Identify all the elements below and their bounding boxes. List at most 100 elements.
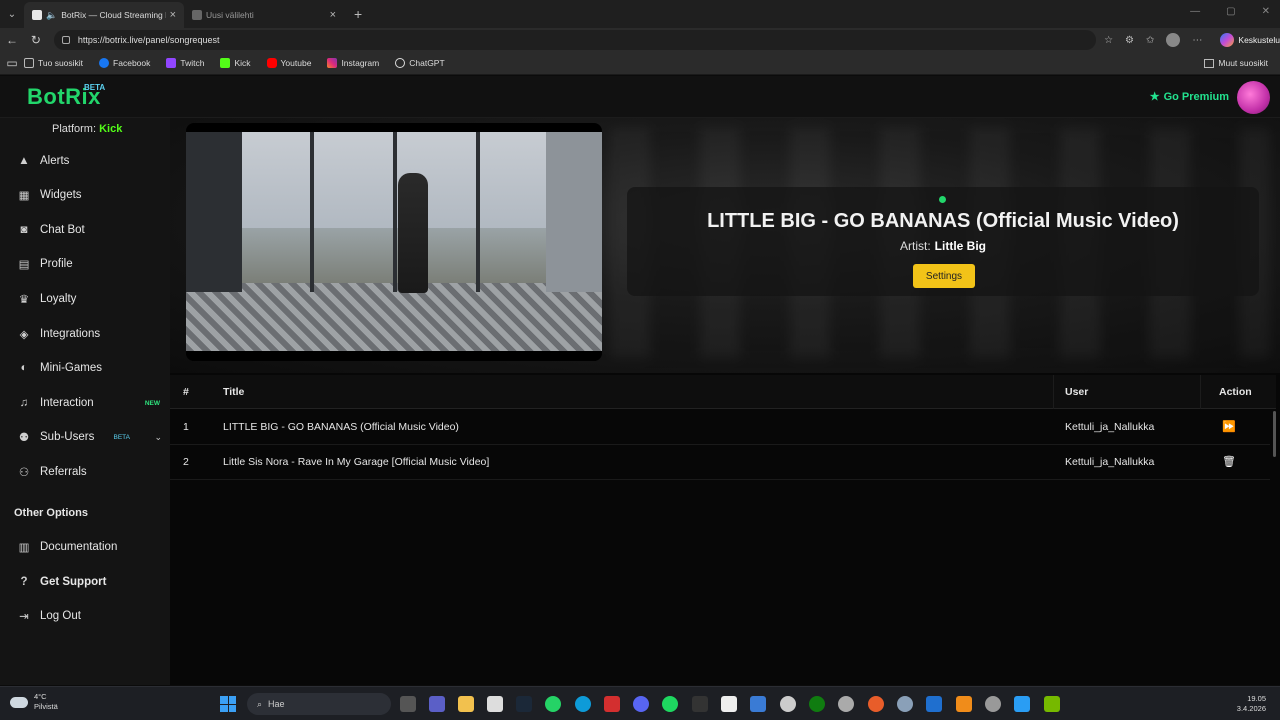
bookmark-label: Muut suosikit [1218, 58, 1268, 68]
sidebar-item-widgets[interactable]: ▦ Widgets [0, 180, 170, 210]
favorites-icon[interactable]: ✩ [1146, 35, 1154, 46]
app-icon[interactable] [985, 696, 1001, 712]
extensions-icon[interactable]: ⚙ [1125, 35, 1134, 46]
maximize-icon[interactable]: ▢ [1226, 6, 1235, 17]
search-placeholder: Hae [268, 699, 285, 709]
collections-icon[interactable]: ▭ [0, 56, 24, 70]
copilot-icon [1220, 33, 1235, 47]
row-user: Kettuli_ja_Nallukka [1065, 421, 1155, 433]
game-launcher-icon[interactable] [868, 696, 884, 712]
browser-tab-new[interactable]: Uusi välilehti × [184, 2, 344, 28]
more-icon[interactable]: ⋯ [1192, 35, 1202, 46]
taskbar-clock[interactable]: 19.05 3.4.2026 [1237, 694, 1266, 714]
sidebar-item-profile[interactable]: ▤ Profile [0, 249, 170, 279]
favorite-star-icon[interactable]: ☆ [1104, 35, 1113, 46]
refresh-icon[interactable]: ↻ [24, 33, 48, 47]
video-frame-mullion [310, 132, 314, 292]
now-playing-hero: LITTLE BIG - GO BANANAS (Official Music … [170, 118, 1280, 373]
sidebar-item-integrations[interactable]: ◈ Integrations [0, 319, 170, 349]
vlc-icon[interactable] [956, 696, 972, 712]
l-app-icon[interactable] [604, 696, 620, 712]
nvidia-icon[interactable] [1044, 696, 1060, 712]
file-explorer-icon[interactable] [458, 696, 474, 712]
start-icon[interactable] [220, 696, 236, 712]
sidebar-item-referrals[interactable]: ⚇ Referrals [0, 457, 170, 487]
app-icon[interactable] [1014, 696, 1030, 712]
people-icon: ⚇ [18, 467, 30, 479]
table-row[interactable]: 1 LITTLE BIG - GO BANANAS (Official Musi… [170, 410, 1270, 445]
beta-badge: BETA [113, 433, 131, 441]
tab-actions-icon[interactable]: ⌄ [0, 0, 24, 28]
song-queue-table: # Title User Action 1 LITTLE BIG - GO BA… [170, 373, 1280, 685]
bookmark-label: ChatGPT [409, 58, 445, 68]
copilot-label: Keskustelu [1238, 35, 1280, 45]
close-tab-icon[interactable]: × [170, 9, 176, 21]
new-tab-favicon-icon [192, 10, 202, 20]
other-favorites[interactable]: Muut suosikit [1204, 58, 1268, 68]
bookmark-kick[interactable]: Kick [220, 58, 251, 68]
back-icon[interactable]: ← [0, 33, 24, 47]
chevron-down-icon[interactable]: ⌄ [154, 432, 162, 443]
close-tab-icon[interactable]: × [330, 9, 336, 21]
copilot-button[interactable]: Keskustelu [1220, 33, 1280, 47]
whatsapp-icon[interactable] [545, 696, 561, 712]
bookmark-twitch[interactable]: Twitch [166, 58, 204, 68]
browser-tab-bar: ⌄ 🔈 BotRix — Cloud Streaming Bot × Uusi … [0, 0, 1280, 28]
bookmark-label: Kick [234, 58, 251, 68]
bookmark-instagram[interactable]: Instagram [327, 58, 379, 68]
gear-app-icon[interactable] [897, 696, 913, 712]
taskbar-search[interactable]: ⌕ Hae [247, 693, 391, 715]
minimize-icon[interactable]: — [1190, 6, 1200, 17]
browser-tab-botrix[interactable]: 🔈 BotRix — Cloud Streaming Bot × [24, 2, 184, 28]
table-scrollbar[interactable] [1273, 411, 1276, 457]
sidebar-item-log-out[interactable]: ⇥ Log Out [0, 601, 170, 631]
weather-widget[interactable]: 4°C Pilvistä [10, 692, 58, 712]
id-card-icon: ▤ [18, 259, 30, 271]
sidebar-item-sub-users[interactable]: ⚉ Sub-Users BETA ⌄ [0, 422, 170, 452]
app-icon[interactable] [692, 696, 708, 712]
window-controls: — ▢ ✕ [1190, 6, 1270, 17]
new-tab-button[interactable]: + [354, 6, 362, 22]
go-premium-button[interactable]: ★ Go Premium [1149, 90, 1229, 104]
speaker-icon[interactable]: 🔈 [46, 10, 57, 21]
video-player[interactable] [186, 123, 602, 361]
sidebar-item-interaction[interactable]: ♫ Interaction NEW [0, 388, 170, 418]
store-icon[interactable] [487, 696, 503, 712]
gamepad-icon: ◐ [20, 362, 28, 374]
sidebar-item-get-support[interactable]: ? Get Support [0, 567, 170, 597]
bookmark-youtube[interactable]: Youtube [266, 58, 311, 68]
table-row[interactable]: 2 Little Sis Nora - Rave In My Garage [O… [170, 445, 1270, 480]
url-field[interactable]: https://botrix.live/panel/songrequest [53, 30, 1097, 50]
sidebar-item-mini-games[interactable]: ◐ Mini-Games [0, 353, 170, 383]
obs-icon[interactable] [838, 696, 854, 712]
xbox-icon[interactable] [809, 696, 825, 712]
steam-icon[interactable] [516, 696, 532, 712]
edge-icon[interactable] [575, 696, 591, 712]
sidebar-item-documentation[interactable]: ▥ Documentation [0, 532, 170, 562]
notepad-icon[interactable] [721, 696, 737, 712]
bookmark-chatgpt[interactable]: ChatGPT [395, 58, 445, 68]
skip-icon[interactable]: ⏩ [1222, 410, 1236, 445]
profile-icon[interactable] [1166, 33, 1181, 47]
task-view-icon[interactable] [400, 696, 416, 712]
trash-icon[interactable]: 🗑 [1222, 445, 1236, 480]
close-window-icon[interactable]: ✕ [1262, 6, 1270, 17]
discord-icon[interactable] [633, 696, 649, 712]
spotify-icon[interactable] [662, 696, 678, 712]
settings-app-icon[interactable] [780, 696, 796, 712]
bookmark-import[interactable]: Tuo suosikit [24, 58, 83, 68]
sidebar-item-loyalty[interactable]: ♛ Loyalty [0, 284, 170, 314]
user-avatar[interactable] [1237, 81, 1270, 114]
sidebar-item-chat-bot[interactable]: ◙ Chat Bot [0, 215, 170, 245]
sidebar-item-label: Widgets [40, 189, 82, 201]
star-icon: ★ [1149, 91, 1160, 103]
app-icon[interactable] [926, 696, 942, 712]
settings-button[interactable]: Settings [913, 264, 975, 288]
mail-icon[interactable] [750, 696, 766, 712]
site-info-icon[interactable] [61, 36, 70, 44]
now-playing-artist: Artist: Little Big [627, 239, 1259, 253]
bookmark-facebook[interactable]: Facebook [99, 58, 150, 68]
main-content: LITTLE BIG - GO BANANAS (Official Music … [170, 118, 1280, 685]
sidebar-item-alerts[interactable]: ▲ Alerts [0, 146, 170, 176]
teams-icon[interactable] [429, 696, 445, 712]
